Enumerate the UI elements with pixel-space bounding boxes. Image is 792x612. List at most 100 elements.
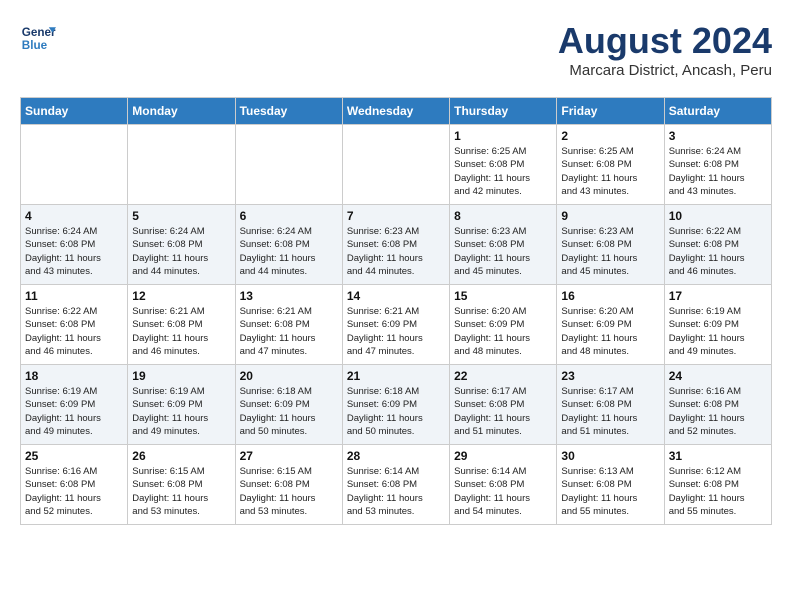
day-cell: 15 Sunrise: 6:20 AM Sunset: 6:09 PM Dayli… [450, 285, 557, 365]
day-info: Sunrise: 6:24 AM Sunset: 6:08 PM Dayligh… [240, 225, 338, 278]
day-info: Sunrise: 6:24 AM Sunset: 6:08 PM Dayligh… [132, 225, 230, 278]
day-cell: 24 Sunrise: 6:16 AM Sunset: 6:08 PM Dayli… [664, 365, 771, 445]
day-cell: 3Sunrise: 6:24 AM Sunset: 6:08 PM Daylig… [664, 125, 771, 205]
day-number: 13 [240, 289, 338, 303]
day-cell: 8 Sunrise: 6:23 AM Sunset: 6:08 PM Daylig… [450, 205, 557, 285]
day-info: Sunrise: 6:20 AM Sunset: 6:09 PM Dayligh… [561, 305, 659, 358]
day-number: 26 [132, 449, 230, 463]
day-info: Sunrise: 6:16 AM Sunset: 6:08 PM Dayligh… [669, 385, 767, 438]
day-info: Sunrise: 6:14 AM Sunset: 6:08 PM Dayligh… [454, 465, 552, 518]
day-number: 30 [561, 449, 659, 463]
day-info: Sunrise: 6:19 AM Sunset: 6:09 PM Dayligh… [669, 305, 767, 358]
day-info: Sunrise: 6:17 AM Sunset: 6:08 PM Dayligh… [561, 385, 659, 438]
day-info: Sunrise: 6:12 AM Sunset: 6:08 PM Dayligh… [669, 465, 767, 518]
day-info: Sunrise: 6:23 AM Sunset: 6:08 PM Dayligh… [454, 225, 552, 278]
week-row-2: 4 Sunrise: 6:24 AM Sunset: 6:08 PM Daylig… [21, 205, 772, 285]
day-cell: 25Sunrise: 6:16 AM Sunset: 6:08 PM Dayli… [21, 445, 128, 525]
day-cell [128, 125, 235, 205]
week-row-1: 1 Sunrise: 6:25 AM Sunset: 6:08 PM Daylig… [21, 125, 772, 205]
day-number: 10 [669, 209, 767, 223]
weekday-header-monday: Monday [128, 98, 235, 125]
day-cell: 31Sunrise: 6:12 AM Sunset: 6:08 PM Dayli… [664, 445, 771, 525]
day-number: 8 [454, 209, 552, 223]
calendar-body: 1 Sunrise: 6:25 AM Sunset: 6:08 PM Daylig… [21, 125, 772, 525]
day-cell: 18Sunrise: 6:19 AM Sunset: 6:09 PM Dayli… [21, 365, 128, 445]
day-cell: 27 Sunrise: 6:15 AM Sunset: 6:08 PM Dayli… [235, 445, 342, 525]
day-cell: 16 Sunrise: 6:20 AM Sunset: 6:09 PM Dayli… [557, 285, 664, 365]
top-row: General Blue August 2024 Marcara Distric… [20, 20, 772, 87]
weekday-header-saturday: Saturday [664, 98, 771, 125]
day-number: 6 [240, 209, 338, 223]
day-cell: 23 Sunrise: 6:17 AM Sunset: 6:08 PM Dayli… [557, 365, 664, 445]
day-info: Sunrise: 6:21 AM Sunset: 6:09 PM Dayligh… [347, 305, 445, 358]
day-number: 2 [561, 129, 659, 143]
day-info: Sunrise: 6:21 AM Sunset: 6:08 PM Dayligh… [240, 305, 338, 358]
day-number: 27 [240, 449, 338, 463]
day-number: 14 [347, 289, 445, 303]
day-cell [21, 125, 128, 205]
day-info: Sunrise: 6:14 AM Sunset: 6:08 PM Dayligh… [347, 465, 445, 518]
day-cell: 14 Sunrise: 6:21 AM Sunset: 6:09 PM Dayli… [342, 285, 449, 365]
title-section: August 2024 Marcara District, Ancash, Pe… [558, 20, 772, 79]
day-cell: 26 Sunrise: 6:15 AM Sunset: 6:08 PM Dayli… [128, 445, 235, 525]
day-cell: 29 Sunrise: 6:14 AM Sunset: 6:08 PM Dayli… [450, 445, 557, 525]
day-info: Sunrise: 6:23 AM Sunset: 6:08 PM Dayligh… [561, 225, 659, 278]
day-cell: 30 Sunrise: 6:13 AM Sunset: 6:08 PM Dayli… [557, 445, 664, 525]
logo-icon: General Blue [20, 20, 56, 56]
day-cell: 9Sunrise: 6:23 AM Sunset: 6:08 PM Daylig… [557, 205, 664, 285]
day-info: Sunrise: 6:19 AM Sunset: 6:09 PM Dayligh… [25, 385, 123, 438]
day-number: 23 [561, 369, 659, 383]
day-number: 17 [669, 289, 767, 303]
day-info: Sunrise: 6:20 AM Sunset: 6:09 PM Dayligh… [454, 305, 552, 358]
weekday-header-wednesday: Wednesday [342, 98, 449, 125]
day-info: Sunrise: 6:25 AM Sunset: 6:08 PM Dayligh… [561, 145, 659, 198]
day-number: 5 [132, 209, 230, 223]
day-info: Sunrise: 6:16 AM Sunset: 6:08 PM Dayligh… [25, 465, 123, 518]
day-number: 28 [347, 449, 445, 463]
day-number: 3 [669, 129, 767, 143]
week-row-4: 18Sunrise: 6:19 AM Sunset: 6:09 PM Dayli… [21, 365, 772, 445]
day-number: 24 [669, 369, 767, 383]
day-info: Sunrise: 6:22 AM Sunset: 6:08 PM Dayligh… [669, 225, 767, 278]
day-cell: 19 Sunrise: 6:19 AM Sunset: 6:09 PM Dayli… [128, 365, 235, 445]
week-row-5: 25Sunrise: 6:16 AM Sunset: 6:08 PM Dayli… [21, 445, 772, 525]
day-number: 19 [132, 369, 230, 383]
logo: General Blue [20, 20, 56, 56]
day-cell: 20Sunrise: 6:18 AM Sunset: 6:09 PM Dayli… [235, 365, 342, 445]
week-row-3: 11 Sunrise: 6:22 AM Sunset: 6:08 PM Dayli… [21, 285, 772, 365]
svg-text:Blue: Blue [22, 39, 48, 52]
weekday-header-friday: Friday [557, 98, 664, 125]
day-number: 4 [25, 209, 123, 223]
day-cell [342, 125, 449, 205]
weekday-header-thursday: Thursday [450, 98, 557, 125]
day-cell: 4 Sunrise: 6:24 AM Sunset: 6:08 PM Daylig… [21, 205, 128, 285]
day-cell: 2 Sunrise: 6:25 AM Sunset: 6:08 PM Daylig… [557, 125, 664, 205]
day-info: Sunrise: 6:22 AM Sunset: 6:08 PM Dayligh… [25, 305, 123, 358]
day-info: Sunrise: 6:15 AM Sunset: 6:08 PM Dayligh… [132, 465, 230, 518]
day-number: 16 [561, 289, 659, 303]
weekday-header-sunday: Sunday [21, 98, 128, 125]
day-cell: 11 Sunrise: 6:22 AM Sunset: 6:08 PM Dayli… [21, 285, 128, 365]
day-info: Sunrise: 6:18 AM Sunset: 6:09 PM Dayligh… [347, 385, 445, 438]
day-cell: 5 Sunrise: 6:24 AM Sunset: 6:08 PM Daylig… [128, 205, 235, 285]
day-number: 15 [454, 289, 552, 303]
day-number: 1 [454, 129, 552, 143]
day-cell: 12Sunrise: 6:21 AM Sunset: 6:08 PM Dayli… [128, 285, 235, 365]
day-cell: 17 Sunrise: 6:19 AM Sunset: 6:09 PM Dayli… [664, 285, 771, 365]
day-info: Sunrise: 6:15 AM Sunset: 6:08 PM Dayligh… [240, 465, 338, 518]
day-info: Sunrise: 6:13 AM Sunset: 6:08 PM Dayligh… [561, 465, 659, 518]
day-cell [235, 125, 342, 205]
day-number: 29 [454, 449, 552, 463]
day-info: Sunrise: 6:24 AM Sunset: 6:08 PM Dayligh… [25, 225, 123, 278]
day-number: 20 [240, 369, 338, 383]
day-number: 11 [25, 289, 123, 303]
day-cell: 21Sunrise: 6:18 AM Sunset: 6:09 PM Dayli… [342, 365, 449, 445]
day-cell: 13 Sunrise: 6:21 AM Sunset: 6:08 PM Dayli… [235, 285, 342, 365]
day-cell: 22Sunrise: 6:17 AM Sunset: 6:08 PM Dayli… [450, 365, 557, 445]
day-info: Sunrise: 6:17 AM Sunset: 6:08 PM Dayligh… [454, 385, 552, 438]
weekday-header-row: SundayMondayTuesdayWednesdayThursdayFrid… [21, 98, 772, 125]
day-info: Sunrise: 6:19 AM Sunset: 6:09 PM Dayligh… [132, 385, 230, 438]
day-cell: 7Sunrise: 6:23 AM Sunset: 6:08 PM Daylig… [342, 205, 449, 285]
calendar-table: SundayMondayTuesdayWednesdayThursdayFrid… [20, 97, 772, 525]
day-info: Sunrise: 6:25 AM Sunset: 6:08 PM Dayligh… [454, 145, 552, 198]
